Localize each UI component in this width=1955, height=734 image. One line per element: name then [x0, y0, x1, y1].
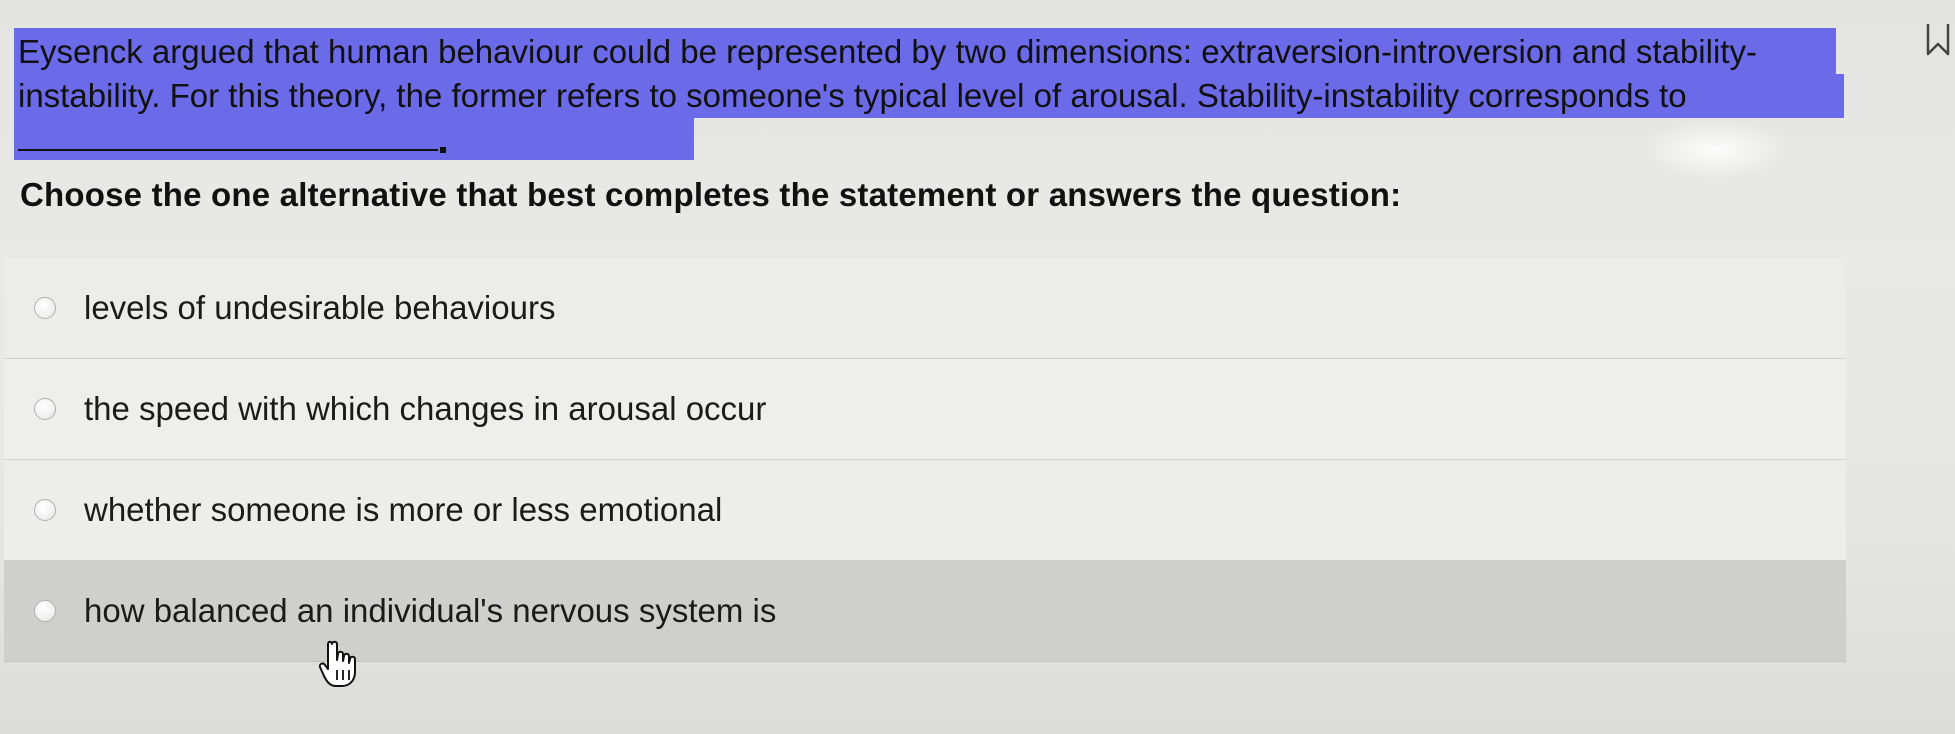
option-label[interactable]: levels of undesirable behaviours — [84, 289, 555, 327]
answer-options: levels of undesirable behaviours the spe… — [4, 258, 1846, 662]
option-row-4[interactable]: how balanced an individual's nervous sys… — [4, 561, 1846, 662]
option-row-3[interactable]: whether someone is more or less emotiona… — [4, 460, 1846, 561]
option-row-1[interactable]: levels of undesirable behaviours — [4, 258, 1846, 359]
question-text: Eysenck argued that human behaviour coul… — [18, 33, 1757, 114]
instructions: Choose the one alternative that best com… — [20, 176, 1402, 213]
answer-blank — [18, 119, 446, 153]
option-label[interactable]: whether someone is more or less emotiona… — [84, 491, 722, 529]
radio-button-icon[interactable] — [34, 297, 56, 319]
radio-button-icon[interactable] — [34, 499, 56, 521]
option-label[interactable]: how balanced an individual's nervous sys… — [84, 592, 776, 630]
radio-button-icon[interactable] — [34, 398, 56, 420]
question-stem: Eysenck argued that human behaviour coul… — [18, 30, 1848, 162]
option-row-2[interactable]: the speed with which changes in arousal … — [4, 359, 1846, 460]
bookmark-icon[interactable] — [1924, 22, 1952, 56]
option-label[interactable]: the speed with which changes in arousal … — [84, 390, 766, 428]
blank-period — [440, 147, 446, 153]
hand-pointer-icon — [318, 640, 356, 687]
radio-button-icon[interactable] — [34, 600, 56, 622]
